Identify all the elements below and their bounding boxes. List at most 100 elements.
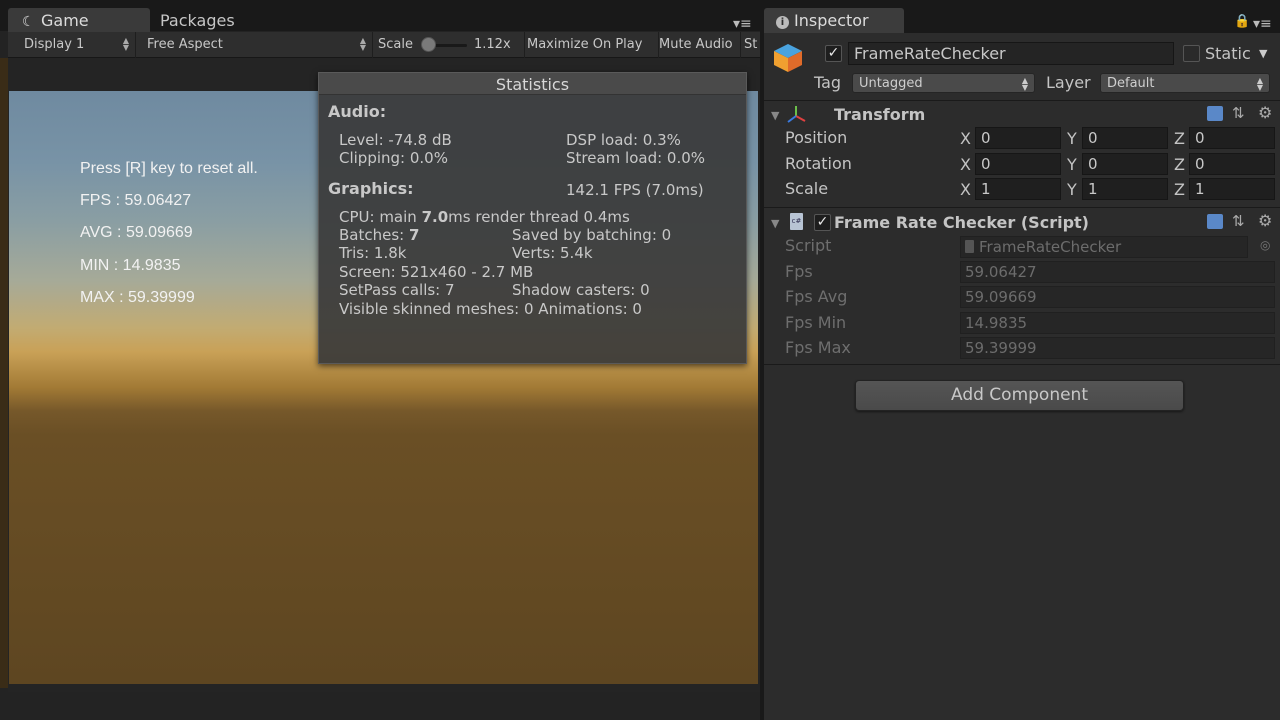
fps-max-field-label: Fps Max — [785, 338, 851, 357]
max-readout: MAX : 59.39999 — [80, 289, 195, 306]
script-enabled-checkbox[interactable]: ✓ — [814, 214, 831, 231]
aspect-dropdown[interactable]: Free Aspect ▲ ▼ — [136, 32, 373, 58]
shadow-casters: Shadow casters: 0 — [512, 281, 650, 299]
fps-min-field-label: Fps Min — [785, 313, 847, 332]
position-x-field[interactable]: 0 — [975, 127, 1061, 149]
fps-avg-field[interactable]: 59.09669 — [960, 286, 1275, 308]
inspector-menu-icon[interactable]: ▾≡ — [1253, 17, 1275, 31]
game-toolbar: Display 1 ▲ ▼ Free Aspect ▲ ▼ Scale 1.12x … — [8, 32, 760, 58]
preset-sliders-icon[interactable]: ⇅ — [1232, 104, 1245, 122]
stats-toggle[interactable]: St — [741, 32, 760, 58]
layer-value: Default — [1107, 76, 1155, 91]
script-field-label: Script — [785, 236, 832, 255]
stream-load: Stream load: 0.0% — [566, 149, 706, 167]
tab-packages-label: Packages — [160, 11, 235, 30]
position-x-axis: X — [960, 129, 971, 148]
cpu-suffix: ms render thread 0.4ms — [448, 208, 630, 226]
transform-title: Transform — [834, 105, 926, 124]
batches-label: Batches: — [339, 226, 409, 244]
cpu-line: CPU: main 7.0ms render thread 0.4ms — [339, 208, 630, 226]
graphics-header: Graphics: — [328, 179, 414, 198]
transform-foldout-icon[interactable]: ▼ — [771, 109, 779, 122]
object-name-field[interactable]: FrameRateChecker — [848, 42, 1174, 65]
tab-inspector[interactable]: i Inspector — [764, 8, 904, 33]
tris: Tris: 1.8k — [339, 244, 407, 262]
inspector-panel: i Inspector 🔒 ▾≡ ✓ FrameRateChecker Stati… — [764, 0, 1280, 720]
scale-x-field[interactable]: 1 — [975, 178, 1061, 200]
avg-readout: AVG : 59.09669 — [80, 224, 193, 241]
position-y-axis: Y — [1067, 129, 1077, 148]
dsp-load: DSP load: 0.3% — [566, 131, 681, 149]
tab-game[interactable]: ☾ Game — [8, 8, 150, 32]
help-book-icon[interactable] — [1207, 106, 1223, 121]
divider — [764, 364, 1280, 365]
scale-control: Scale 1.12x — [373, 32, 525, 58]
verts: Verts: 5.4k — [512, 244, 593, 262]
position-z-field[interactable]: 0 — [1189, 127, 1275, 149]
min-readout: MIN : 14.9835 — [80, 257, 181, 274]
divider — [764, 100, 1280, 101]
mute-label: Mute Audio — [659, 37, 733, 52]
scale-y-field[interactable]: 1 — [1082, 178, 1168, 200]
mute-audio-toggle[interactable]: Mute Audio — [659, 32, 741, 58]
batches-value: 7 — [408, 226, 420, 244]
scale-slider-knob[interactable] — [421, 37, 436, 52]
fps-max-field[interactable]: 59.39999 — [960, 337, 1275, 359]
scale-z-field[interactable]: 1 — [1189, 178, 1275, 200]
gear-icon[interactable]: ⚙ — [1258, 103, 1272, 122]
game-icon: ☾ — [22, 14, 35, 30]
spinner-icon: ▲ ▼ — [1256, 76, 1263, 92]
help-book-icon[interactable] — [1207, 214, 1223, 229]
audio-level: Level: -74.8 dB — [339, 131, 452, 149]
gear-icon[interactable]: ⚙ — [1258, 211, 1272, 230]
rotation-z-axis: Z — [1174, 155, 1185, 174]
scale-x-axis: X — [960, 180, 971, 199]
transform-icon — [786, 104, 808, 126]
position-y-field[interactable]: 0 — [1082, 127, 1168, 149]
scale-label: Scale — [785, 179, 829, 198]
add-component-button[interactable]: Add Component — [855, 380, 1184, 411]
skinned-meshes: Visible skinned meshes: 0 Animations: 0 — [339, 300, 642, 318]
reset-hint: Press [R] key to reset all. — [80, 160, 258, 177]
tag-label: Tag — [814, 73, 842, 92]
scale-z-axis: Z — [1174, 180, 1185, 199]
cpu-main-value: 7.0 — [421, 208, 449, 226]
script-component-title: Frame Rate Checker (Script) — [834, 213, 1089, 232]
display-dropdown[interactable]: Display 1 ▲ ▼ — [8, 32, 136, 58]
gameobject-cube-icon — [772, 42, 804, 74]
statistics-title: Statistics — [319, 73, 746, 95]
scale-value: 1.12x — [474, 37, 511, 52]
rotation-x-field[interactable]: 0 — [975, 153, 1061, 175]
static-dropdown-arrow-icon[interactable]: ▼ — [1259, 47, 1267, 60]
object-picker-icon[interactable]: ◎ — [1260, 238, 1270, 252]
fps-min-field[interactable]: 14.9835 — [960, 312, 1275, 334]
static-checkbox[interactable] — [1183, 45, 1200, 62]
scale-label: Scale — [378, 37, 413, 52]
lock-icon[interactable]: 🔒 — [1234, 14, 1250, 29]
batches: Batches: 7 — [339, 226, 419, 244]
tag-value: Untagged — [859, 76, 923, 91]
active-checkbox[interactable]: ✓ — [825, 45, 842, 62]
fps-field[interactable]: 59.06427 — [960, 261, 1275, 283]
rotation-y-field[interactable]: 0 — [1082, 153, 1168, 175]
csharp-script-icon: c# — [790, 213, 803, 230]
maximize-on-play-toggle[interactable]: Maximize On Play — [525, 32, 659, 58]
position-z-axis: Z — [1174, 129, 1185, 148]
layer-dropdown[interactable]: Default ▲ ▼ — [1100, 73, 1270, 93]
setpass-calls: SetPass calls: 7 — [339, 281, 455, 299]
layer-label: Layer — [1046, 73, 1091, 92]
fps-readout: FPS : 59.06427 — [80, 192, 192, 209]
script-field-value: FrameRateChecker — [979, 238, 1122, 256]
panel-menu-icon[interactable]: ▾≡ — [733, 17, 755, 31]
script-field[interactable]: FrameRateChecker — [960, 236, 1248, 258]
rotation-x-axis: X — [960, 155, 971, 174]
fps-field-label: Fps — [785, 262, 813, 281]
display-dropdown-label: Display 1 — [24, 37, 85, 52]
cpu-prefix: CPU: main — [339, 208, 422, 226]
rotation-z-field[interactable]: 0 — [1189, 153, 1275, 175]
preset-sliders-icon[interactable]: ⇅ — [1232, 212, 1245, 230]
tab-packages[interactable]: Packages — [160, 8, 290, 32]
tab-game-label: Game — [41, 11, 89, 30]
script-foldout-icon[interactable]: ▼ — [771, 217, 779, 230]
tag-dropdown[interactable]: Untagged ▲ ▼ — [852, 73, 1035, 93]
